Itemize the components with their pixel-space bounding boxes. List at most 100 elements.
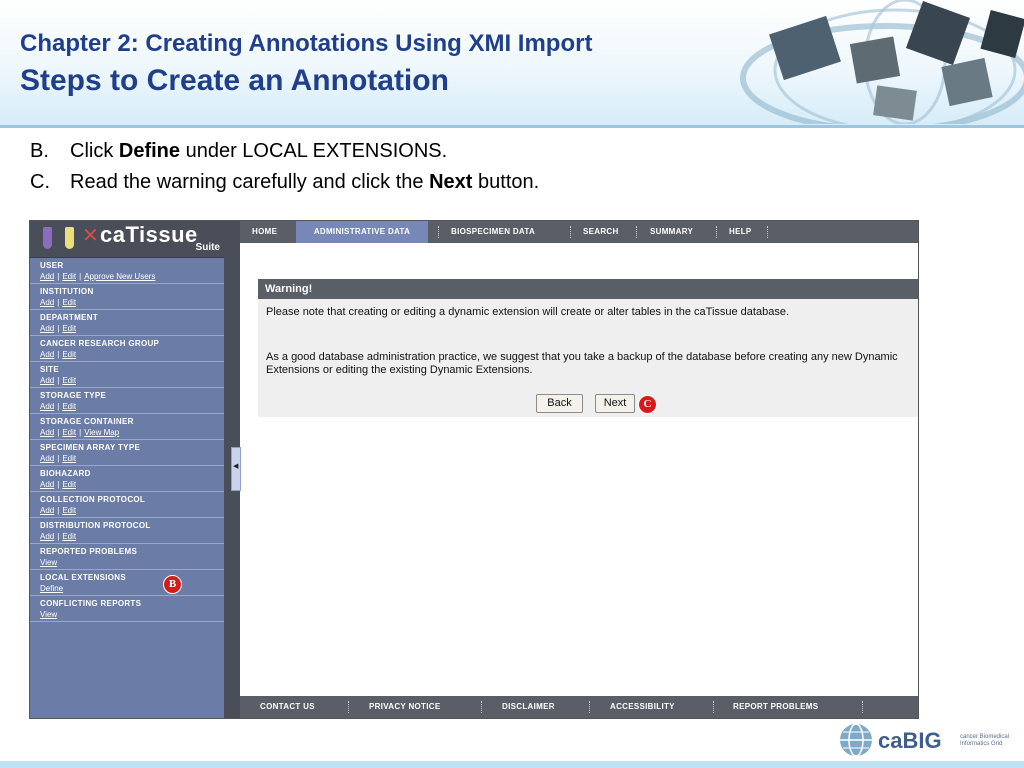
sidebar-link-add[interactable]: Add	[40, 428, 54, 437]
sidebar-item-links: View	[40, 557, 224, 568]
tab-administrative-data[interactable]: ADMINISTRATIVE DATA	[296, 221, 428, 243]
sidebar-link-view[interactable]: View	[40, 558, 57, 567]
steps-list: B. Click Define under LOCAL EXTENSIONS. C…	[30, 137, 539, 199]
sidebar-link-view[interactable]: View	[40, 610, 57, 619]
step-bold: Define	[118, 140, 181, 162]
tab-help[interactable]: HELP	[729, 221, 752, 243]
sidebar-item-title: USER	[40, 261, 64, 270]
cabig-logo: caBIG cancer Biomedical Informatics Grid	[838, 720, 1018, 760]
tab-search[interactable]: SEARCH	[583, 221, 619, 243]
sidebar-item-title: SPECIMEN ARRAY TYPE	[40, 443, 141, 452]
sidebar-link-add[interactable]: Add	[40, 480, 54, 489]
link-separator: |	[57, 298, 60, 307]
step-text: under LOCAL EXTENSIONS.	[180, 140, 448, 162]
cabig-tagline: cancer Biomedical Informatics Grid	[960, 734, 1010, 747]
sidebar-nav: USER Add | Edit | Approve New Users INSTITUTIO…	[30, 258, 224, 622]
sidebar-item-department: DEPARTMENT Add | Edit	[30, 310, 224, 336]
sidebar-link-add[interactable]: Add	[40, 402, 54, 411]
sidebar-link-edit[interactable]: Edit	[62, 376, 76, 385]
logo-suite: Suite	[195, 242, 220, 253]
sidebar-link-add[interactable]: Add	[40, 532, 54, 541]
sidebar-item-title: DISTRIBUTION PROTOCOL	[40, 521, 151, 530]
sidebar-link-edit[interactable]: Edit	[62, 506, 76, 515]
sidebar-link-add[interactable]: Add	[40, 298, 54, 307]
sidebar-item-title: STORAGE CONTAINER	[40, 417, 134, 426]
sidebar-link-add[interactable]: Add	[40, 454, 54, 463]
sidebar-item-links: Add | Edit	[40, 453, 224, 464]
warning-title: Warning!	[265, 283, 313, 295]
tab-summary[interactable]: SUMMARY	[650, 221, 693, 243]
step-b: B. Click Define under LOCAL EXTENSIONS.	[30, 137, 539, 168]
sidebar-link-view-map[interactable]: View Map	[84, 428, 119, 437]
next-button[interactable]: Next	[595, 394, 635, 413]
sidebar-item-title: CONFLICTING REPORTS	[40, 599, 142, 608]
sidebar-link-add[interactable]: Add	[40, 324, 54, 333]
sidebar-item-distribution-protocol: DISTRIBUTION PROTOCOL Add | Edit	[30, 518, 224, 544]
sidebar-item-links: View	[40, 609, 224, 620]
footer-separator	[481, 701, 482, 713]
sidebar-item-links: Add | Edit	[40, 531, 224, 542]
nav-separator	[438, 226, 439, 238]
footer-separator	[713, 701, 714, 713]
sidebar-item-links: Add | Edit	[40, 323, 224, 334]
header-divider	[0, 125, 1024, 128]
slide-header: Chapter 2: Creating Annotations Using XM…	[0, 0, 1024, 125]
sidebar-item-title: BIOHAZARD	[40, 469, 91, 478]
sidebar-link-edit[interactable]: Edit	[62, 272, 76, 281]
callout-b: B	[163, 575, 182, 594]
footer-link-report-problems[interactable]: REPORT PROBLEMS	[733, 696, 818, 718]
sidebar-item-title: INSTITUTION	[40, 287, 94, 296]
sidebar-link-define[interactable]: Define	[40, 584, 63, 593]
sidebar-item-links: Add | Edit	[40, 349, 224, 360]
warning-text-2: As a good database administration practi…	[266, 351, 898, 376]
logo-name: caTissue	[100, 222, 198, 247]
tab-home[interactable]: HOME	[252, 221, 277, 243]
top-nav: HOME ADMINISTRATIVE DATA BIOSPECIMEN DATA S…	[240, 221, 918, 243]
sidebar-item-title: COLLECTION PROTOCOL	[40, 495, 146, 504]
sidebar-link-add[interactable]: Add	[40, 376, 54, 385]
sidebar-link-edit[interactable]: Edit	[62, 454, 76, 463]
link-separator: |	[57, 402, 60, 411]
step-letter: B.	[30, 140, 49, 162]
sidebar-item-user: USER Add | Edit | Approve New Users	[30, 258, 224, 284]
bottom-bar	[0, 761, 1024, 768]
step-text: button.	[472, 171, 540, 193]
footer-link-accessibility[interactable]: ACCESSIBILITY	[610, 696, 675, 718]
step-bold: Next	[429, 171, 473, 193]
sidebar: ✕ caTissue Suite USER Add | Edit | Approve Ne…	[30, 221, 224, 718]
tab-biospecimen-data[interactable]: BIOSPECIMEN DATA	[451, 221, 535, 243]
link-separator: |	[79, 272, 82, 281]
link-separator: |	[79, 428, 82, 437]
back-button[interactable]: Back	[536, 394, 583, 413]
catissue-logo: ✕ caTissue Suite	[30, 221, 224, 258]
link-separator: |	[57, 350, 60, 359]
sidebar-item-institution: INSTITUTION Add | Edit	[30, 284, 224, 310]
sidebar-link-edit[interactable]: Edit	[62, 428, 76, 437]
sidebar-link-edit[interactable]: Edit	[62, 402, 76, 411]
step-text: Read the warning carefully and click the	[70, 171, 430, 193]
callout-c: C	[638, 395, 657, 414]
collapse-handle[interactable]: ◀	[231, 447, 241, 491]
sidebar-link-add[interactable]: Add	[40, 506, 54, 515]
sidebar-link-add[interactable]: Add	[40, 350, 54, 359]
nav-separator	[570, 226, 571, 238]
footer-link-disclaimer[interactable]: DISCLAIMER	[502, 696, 555, 718]
sidebar-link-approve-new-users[interactable]: Approve New Users	[84, 272, 155, 281]
cabig-globe-icon	[840, 723, 872, 757]
footer-link-contact-us[interactable]: CONTACT US	[260, 696, 315, 718]
sidebar-link-edit[interactable]: Edit	[62, 298, 76, 307]
sidebar-link-add[interactable]: Add	[40, 272, 54, 281]
sidebar-item-specimen-array-type: SPECIMEN ARRAY TYPE Add | Edit	[30, 440, 224, 466]
step-c: C. Read the warning carefully and click t…	[30, 168, 539, 199]
footer-link-privacy-notice[interactable]: PRIVACY NOTICE	[369, 696, 440, 718]
link-separator: |	[57, 532, 60, 541]
slide-title: Steps to Create an Annotation	[20, 64, 449, 97]
sidebar-item-cancer-research-group: CANCER RESEARCH GROUP Add | Edit	[30, 336, 224, 362]
sidebar-link-edit[interactable]: Edit	[62, 350, 76, 359]
sidebar-item-reported-problems: REPORTED PROBLEMS View	[30, 544, 224, 570]
sidebar-link-edit[interactable]: Edit	[62, 324, 76, 333]
sidebar-item-links: Add | Edit	[40, 297, 224, 308]
sidebar-link-edit[interactable]: Edit	[62, 532, 76, 541]
sidebar-link-edit[interactable]: Edit	[62, 480, 76, 489]
sidebar-item-site: SITE Add | Edit	[30, 362, 224, 388]
